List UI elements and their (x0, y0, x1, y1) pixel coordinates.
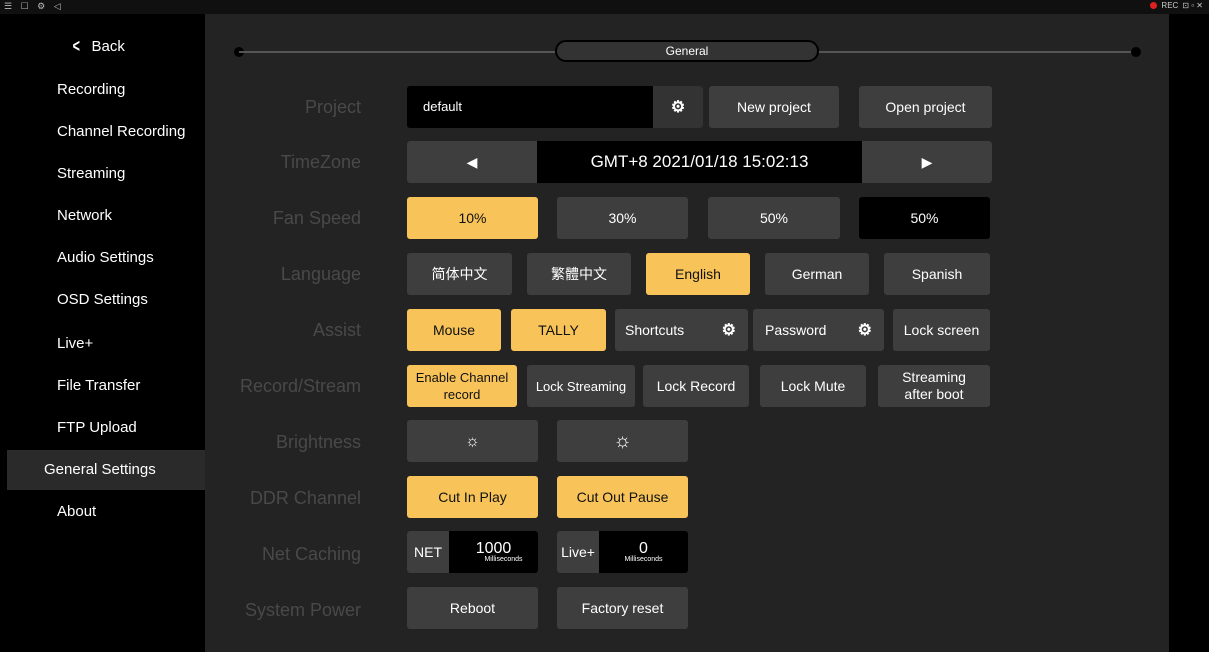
fan-speed-30-button[interactable]: 30% (557, 197, 688, 239)
label-language: Language (280, 264, 361, 284)
open-project-button[interactable]: Open project (859, 86, 992, 128)
sidebar-item-osd-settings[interactable]: OSD Settings (7, 280, 205, 320)
fan-speed-10-button[interactable]: 10% (407, 197, 538, 239)
label-system-power: System Power (244, 600, 361, 620)
sidebar-item-live-plus[interactable]: Live+ (7, 324, 205, 364)
assist-tally-button[interactable]: TALLY (511, 309, 606, 351)
reboot-button[interactable]: Reboot (407, 587, 538, 629)
back-button[interactable]: < Back (71, 36, 125, 57)
brightness-increase-button[interactable]: ☼ (557, 420, 688, 462)
net-unit: Milliseconds (484, 555, 523, 563)
label-project: Project (304, 97, 361, 117)
triangle-right-icon: ▶ (921, 153, 933, 170)
enable-channel-record-button[interactable]: Enable Channel record (407, 365, 517, 407)
section-line-dot-right (1131, 47, 1141, 57)
timezone-value: GMT+8 2021/01/18 15:02:13 (590, 152, 809, 171)
factory-reset-button[interactable]: Factory reset (557, 587, 688, 629)
sidebar-item-general-settings[interactable]: General Settings (7, 450, 205, 490)
streaming-after-boot-button[interactable]: Streaming after boot (878, 365, 990, 407)
net-value: 1000 (475, 539, 512, 557)
timezone-next-button[interactable]: ▶ (862, 141, 992, 183)
fan-speed-current: 50% (859, 197, 990, 239)
language-spanish-button[interactable]: Spanish (884, 253, 990, 295)
language-german-button[interactable]: German (765, 253, 869, 295)
lock-mute-button[interactable]: Lock Mute (760, 365, 866, 407)
project-field[interactable]: default ⚙ (407, 86, 703, 128)
top-bar-icons[interactable]: ☰ ☐ ⚙ ◁ (4, 1, 64, 12)
section-divider-left (239, 51, 555, 53)
gear-icon: ⚙ (670, 99, 686, 116)
project-settings-button[interactable]: ⚙ (653, 86, 703, 128)
triangle-left-icon: ◀ (466, 153, 478, 170)
lock-streaming-button[interactable]: Lock Streaming (527, 365, 635, 407)
section-divider-right (819, 51, 1136, 53)
password-label: Password (765, 321, 827, 338)
language-traditional-chinese-button[interactable]: 繁體中文 (527, 253, 631, 295)
rec-dot-icon (1150, 2, 1158, 9)
label-net-caching: Net Caching (261, 544, 361, 564)
timezone-prev-button[interactable]: ◀ (407, 141, 537, 183)
assist-mouse-button[interactable]: Mouse (407, 309, 501, 351)
settings-panel: General Project TimeZone Fan Speed Langu… (205, 14, 1169, 652)
sidebar-item-file-transfer[interactable]: File Transfer (7, 366, 205, 406)
sidebar: < Back Recording Channel Recording Strea… (7, 14, 205, 652)
sidebar-item-recording[interactable]: Recording (7, 70, 205, 110)
sidebar-item-channel-recording[interactable]: Channel Recording (7, 112, 205, 152)
right-edge-panel (1169, 14, 1209, 652)
section-title: General (555, 40, 819, 62)
cut-out-pause-button[interactable]: Cut Out Pause (557, 476, 688, 518)
live-unit: Milliseconds (624, 555, 663, 563)
sidebar-item-network[interactable]: Network (7, 196, 205, 236)
language-simplified-chinese-button[interactable]: 简体中文 (407, 253, 512, 295)
assist-shortcuts-button[interactable]: Shortcuts ⚙ (615, 309, 748, 351)
language-english-button[interactable]: English (646, 253, 750, 295)
system-top-bar: ☰ ☐ ⚙ ◁ REC ⊡ ▫ ✕ (0, 0, 1209, 14)
sun-small-icon: ☼ (465, 432, 480, 450)
chevron-left-icon: < (72, 36, 80, 56)
project-value: default (423, 99, 463, 114)
sun-large-icon: ☼ (613, 429, 632, 452)
new-project-button[interactable]: New project (709, 86, 839, 128)
label-ddr-channel: DDR Channel (249, 488, 361, 508)
window-controls[interactable]: ⊡ ▫ ✕ (1182, 1, 1203, 10)
rec-label[interactable]: REC (1161, 1, 1178, 10)
back-label: Back (91, 38, 125, 55)
label-brightness: Brightness (275, 432, 361, 452)
cut-in-play-button[interactable]: Cut In Play (407, 476, 538, 518)
sidebar-item-ftp-upload[interactable]: FTP Upload (7, 408, 205, 448)
brightness-decrease-button[interactable]: ☼ (407, 420, 538, 462)
sidebar-item-about[interactable]: About (7, 492, 205, 532)
shortcuts-label: Shortcuts (625, 321, 685, 338)
label-timezone: TimeZone (280, 152, 361, 172)
gear-icon[interactable]: ⚙ (858, 322, 872, 339)
label-assist: Assist (312, 320, 361, 340)
assist-lock-screen-button[interactable]: Lock screen (893, 309, 990, 351)
fan-speed-50-button[interactable]: 50% (708, 197, 840, 239)
label-fan-speed: Fan Speed (272, 208, 361, 228)
live-value: 0 (639, 539, 648, 557)
sidebar-item-streaming[interactable]: Streaming (7, 154, 205, 194)
assist-password-button[interactable]: Password ⚙ (753, 309, 884, 351)
timezone-selector: ◀ GMT+8 2021/01/18 15:02:13 ▶ (407, 141, 992, 183)
net-caching-live-field[interactable]: Live+ 0 Milliseconds (557, 531, 688, 573)
sidebar-item-audio-settings[interactable]: Audio Settings (7, 238, 205, 278)
net-caching-net-field[interactable]: NET 1000 Milliseconds (407, 531, 538, 573)
lock-record-button[interactable]: Lock Record (643, 365, 749, 407)
gear-icon[interactable]: ⚙ (722, 322, 736, 339)
net-tag: NET (407, 531, 449, 573)
label-record-stream: Record/Stream (239, 376, 361, 396)
live-tag: Live+ (557, 531, 599, 573)
